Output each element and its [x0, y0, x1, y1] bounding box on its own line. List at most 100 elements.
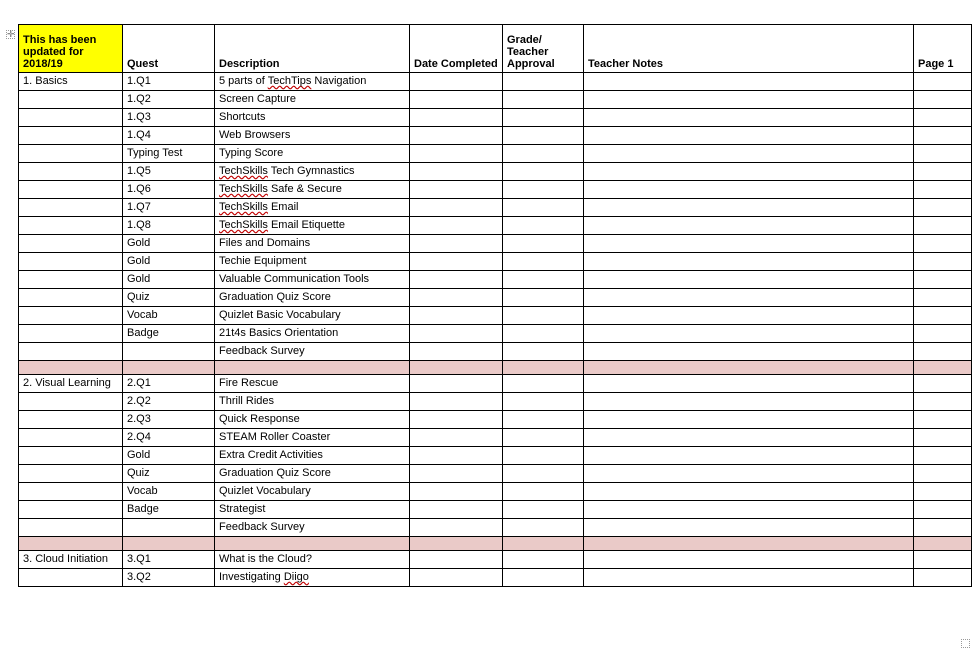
separator-cell — [584, 361, 914, 375]
section-cell — [19, 199, 123, 217]
table-row: GoldExtra Credit Activities — [19, 447, 972, 465]
empty-cell — [584, 271, 914, 289]
empty-cell — [914, 199, 972, 217]
section-cell — [19, 519, 123, 537]
empty-cell — [914, 109, 972, 127]
empty-cell — [503, 501, 584, 519]
empty-cell — [503, 429, 584, 447]
separator-cell — [584, 537, 914, 551]
empty-cell — [584, 109, 914, 127]
separator-cell — [503, 361, 584, 375]
empty-cell — [410, 325, 503, 343]
empty-cell — [584, 253, 914, 271]
table-row: 1.Q8TechSkills Email Etiquette — [19, 217, 972, 235]
empty-cell — [503, 181, 584, 199]
separator-cell — [410, 537, 503, 551]
table-move-handle-icon[interactable]: ✛ — [6, 30, 15, 39]
empty-cell — [503, 289, 584, 307]
table-resize-handle-icon[interactable] — [961, 639, 970, 648]
description-cell: Techie Equipment — [215, 253, 410, 271]
quest-cell: 2.Q4 — [123, 429, 215, 447]
table-row: QuizGraduation Quiz Score — [19, 465, 972, 483]
description-cell: Quizlet Vocabulary — [215, 483, 410, 501]
quest-cell: 1.Q4 — [123, 127, 215, 145]
table-row: Feedback Survey — [19, 519, 972, 537]
quest-cell: Badge — [123, 325, 215, 343]
separator-cell — [19, 537, 123, 551]
description-cell: Screen Capture — [215, 91, 410, 109]
empty-cell — [410, 569, 503, 587]
quest-cell: 1.Q8 — [123, 217, 215, 235]
empty-cell — [914, 569, 972, 587]
table-row: 1.Q4Web Browsers — [19, 127, 972, 145]
quest-cell: 2.Q3 — [123, 411, 215, 429]
empty-cell — [503, 127, 584, 145]
description-cell: TechSkills Email Etiquette — [215, 217, 410, 235]
quest-cell — [123, 519, 215, 537]
empty-cell — [503, 483, 584, 501]
empty-cell — [410, 109, 503, 127]
description-cell: Valuable Communication Tools — [215, 271, 410, 289]
quest-cell: 1.Q6 — [123, 181, 215, 199]
empty-cell — [410, 519, 503, 537]
separator-row — [19, 537, 972, 551]
empty-cell — [410, 145, 503, 163]
description-cell: TechSkills Tech Gymnastics — [215, 163, 410, 181]
description-cell: Feedback Survey — [215, 519, 410, 537]
quest-cell: 3.Q2 — [123, 569, 215, 587]
table-row: 1.Q2Screen Capture — [19, 91, 972, 109]
table-row: 2.Q4STEAM Roller Coaster — [19, 429, 972, 447]
empty-cell — [410, 181, 503, 199]
empty-cell — [503, 343, 584, 361]
table-row: Feedback Survey — [19, 343, 972, 361]
table-row: Typing TestTyping Score — [19, 145, 972, 163]
empty-cell — [584, 501, 914, 519]
section-cell — [19, 235, 123, 253]
quest-cell: 1.Q7 — [123, 199, 215, 217]
empty-cell — [914, 447, 972, 465]
empty-cell — [503, 271, 584, 289]
col-date-completed: Date Completed — [410, 25, 503, 73]
table-row: VocabQuizlet Vocabulary — [19, 483, 972, 501]
separator-cell — [914, 361, 972, 375]
separator-cell — [410, 361, 503, 375]
table-row: GoldFiles and Domains — [19, 235, 972, 253]
section-cell — [19, 483, 123, 501]
section-cell: 1. Basics — [19, 73, 123, 91]
empty-cell — [410, 163, 503, 181]
empty-cell — [503, 217, 584, 235]
empty-cell — [584, 181, 914, 199]
empty-cell — [410, 289, 503, 307]
empty-cell — [584, 393, 914, 411]
section-cell — [19, 271, 123, 289]
quest-cell: Gold — [123, 447, 215, 465]
empty-cell — [584, 163, 914, 181]
section-cell: 3. Cloud Initiation — [19, 551, 123, 569]
empty-cell — [584, 307, 914, 325]
empty-cell — [503, 325, 584, 343]
empty-cell — [584, 551, 914, 569]
section-cell: 2. Visual Learning — [19, 375, 123, 393]
section-cell — [19, 217, 123, 235]
empty-cell — [914, 429, 972, 447]
table-row: 2.Q3Quick Response — [19, 411, 972, 429]
table-row: GoldValuable Communication Tools — [19, 271, 972, 289]
section-cell — [19, 447, 123, 465]
separator-row — [19, 361, 972, 375]
section-cell — [19, 145, 123, 163]
col-quest: Quest — [123, 25, 215, 73]
banner-cell: This has been updated for 2018/19 — [19, 25, 123, 73]
description-cell: Investigating Diigo — [215, 569, 410, 587]
spelling-underline: TechTips — [268, 75, 312, 87]
description-cell: What is the Cloud? — [215, 551, 410, 569]
table-row: 3.Q2Investigating Diigo — [19, 569, 972, 587]
empty-cell — [914, 501, 972, 519]
description-cell: STEAM Roller Coaster — [215, 429, 410, 447]
description-cell: TechSkills Safe & Secure — [215, 181, 410, 199]
description-cell: 21t4s Basics Orientation — [215, 325, 410, 343]
section-cell — [19, 289, 123, 307]
empty-cell — [584, 91, 914, 109]
empty-cell — [914, 181, 972, 199]
spelling-underline: TechSkills — [219, 165, 268, 177]
empty-cell — [584, 217, 914, 235]
